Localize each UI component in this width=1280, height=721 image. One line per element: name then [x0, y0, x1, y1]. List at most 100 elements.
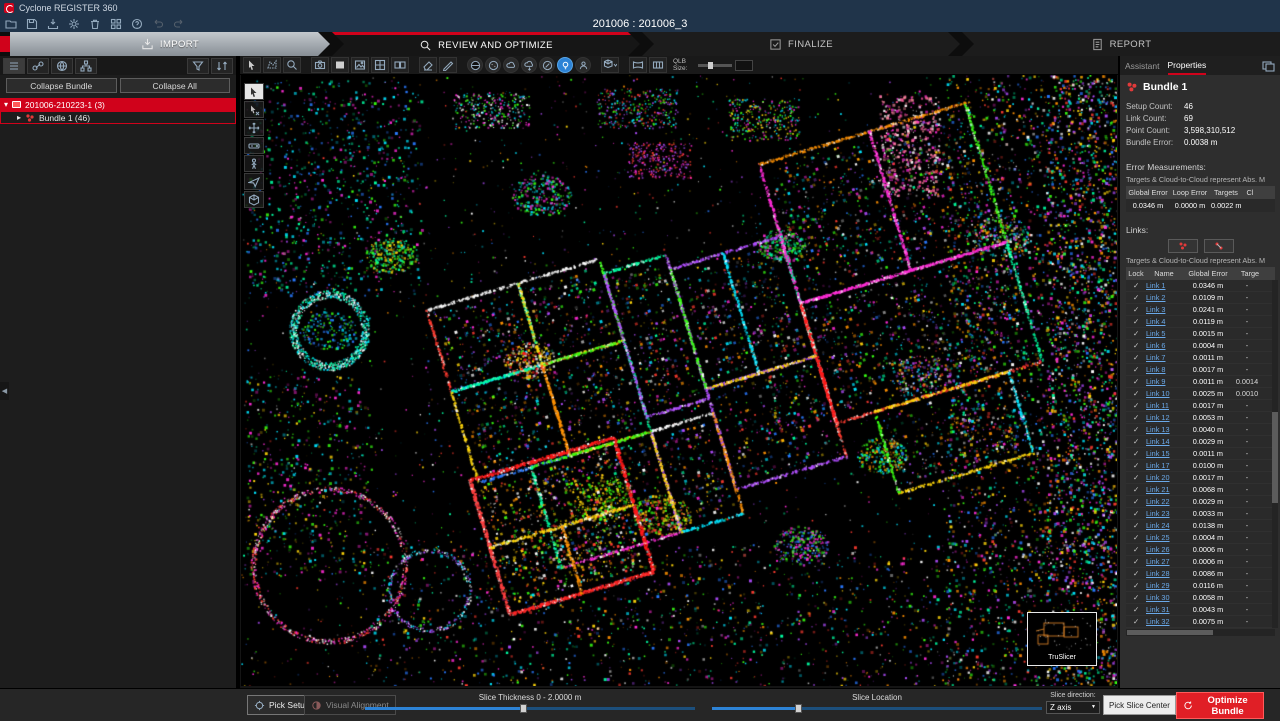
lock-check-icon[interactable] — [1126, 473, 1146, 482]
grid-view-icon[interactable] — [371, 57, 389, 73]
link-row[interactable]: Link 30 0.0058 m - — [1126, 592, 1275, 604]
link-row[interactable]: Link 7 0.0011 m - — [1126, 352, 1275, 364]
qlb-size-slider[interactable] — [698, 64, 732, 67]
collapse-all-button[interactable]: Collapse All — [120, 78, 231, 93]
sphere-view-icon[interactable] — [467, 57, 483, 73]
link-name[interactable]: Link 32 — [1146, 617, 1182, 626]
lock-check-icon[interactable] — [1126, 545, 1146, 554]
lock-check-icon[interactable] — [1126, 365, 1146, 374]
link-row[interactable]: Link 9 0.0011 m 0.0014 — [1126, 376, 1275, 388]
select-cursor-icon[interactable] — [243, 57, 261, 73]
lock-check-icon[interactable] — [1126, 461, 1146, 470]
link-row[interactable]: Link 17 0.0100 m - — [1126, 460, 1275, 472]
filter-icon[interactable] — [187, 58, 209, 74]
link-row[interactable]: Link 31 0.0043 m - — [1126, 604, 1275, 616]
step-import[interactable]: IMPORT — [10, 32, 330, 56]
links-tab-icon[interactable] — [27, 58, 49, 74]
link-row[interactable]: Link 23 0.0033 m - — [1126, 508, 1275, 520]
lock-check-icon[interactable] — [1126, 509, 1146, 518]
link-name[interactable]: Link 13 — [1146, 425, 1182, 434]
link-row[interactable]: Link 6 0.0004 m - — [1126, 340, 1275, 352]
link-row[interactable]: Link 24 0.0138 m - — [1126, 520, 1275, 532]
link-row[interactable]: Link 1 0.0346 m - — [1126, 280, 1275, 292]
slice-direction-select[interactable]: Z axis ▼ — [1046, 701, 1100, 714]
pointer-tool-icon[interactable] — [244, 83, 264, 100]
link-name[interactable]: Link 8 — [1146, 365, 1182, 374]
lock-check-icon[interactable] — [1126, 485, 1146, 494]
link-row[interactable]: Link 13 0.0040 m - — [1126, 424, 1275, 436]
lock-check-icon[interactable] — [1126, 581, 1146, 590]
link-name[interactable]: Link 17 — [1146, 461, 1182, 470]
link-row[interactable]: Link 32 0.0075 m - — [1126, 616, 1275, 628]
camera-icon[interactable] — [311, 57, 329, 73]
link-name[interactable]: Link 14 — [1146, 437, 1182, 446]
link-row[interactable]: Link 5 0.0015 m - — [1126, 328, 1275, 340]
bundle-view-button[interactable] — [1168, 239, 1198, 253]
scans-list-tab-icon[interactable] — [3, 58, 25, 74]
link-row[interactable]: Link 3 0.0241 m - — [1126, 304, 1275, 316]
annotate-icon[interactable] — [439, 57, 457, 73]
step-review-and-optimize[interactable]: REVIEW AND OPTIMIZE — [332, 32, 640, 56]
lock-check-icon[interactable] — [1126, 425, 1146, 434]
slice-thickness-slider[interactable]: Slice Thickness 0 - 2.0000 m — [365, 693, 695, 710]
link-row[interactable]: Link 15 0.0011 m - — [1126, 448, 1275, 460]
link-name[interactable]: Link 29 — [1146, 581, 1182, 590]
link-name[interactable]: Link 21 — [1146, 485, 1182, 494]
link-name[interactable]: Link 15 — [1146, 449, 1182, 458]
link-name[interactable]: Link 9 — [1146, 377, 1182, 386]
link-name[interactable]: Link 6 — [1146, 341, 1182, 350]
lock-check-icon[interactable] — [1126, 557, 1146, 566]
lock-check-icon[interactable] — [1126, 413, 1146, 422]
slice-location-slider[interactable]: Slice Location — [712, 693, 1042, 710]
tree-item-project[interactable]: ▾ 201006-210223-1 (3) — [0, 98, 236, 111]
link-name[interactable]: Link 26 — [1146, 545, 1182, 554]
lock-check-icon[interactable] — [1126, 605, 1146, 614]
chevron-right-icon[interactable]: ▸ — [17, 114, 21, 122]
link-row[interactable]: Link 20 0.0017 m - — [1126, 472, 1275, 484]
lamp-icon[interactable] — [557, 57, 573, 73]
lock-check-icon[interactable] — [1126, 617, 1146, 626]
deselect-tool-icon[interactable] — [244, 101, 264, 118]
link-row[interactable]: Link 22 0.0029 m - — [1126, 496, 1275, 508]
step-report[interactable]: REPORT — [962, 32, 1280, 56]
eraser-icon[interactable] — [419, 57, 437, 73]
link-row[interactable]: Link 11 0.0017 m - — [1126, 400, 1275, 412]
zoom-window-icon[interactable] — [283, 57, 301, 73]
links-vertical-scrollbar[interactable] — [1272, 280, 1278, 628]
viewcube-dropdown-icon[interactable] — [601, 57, 619, 73]
lock-check-icon[interactable] — [1126, 305, 1146, 314]
link-row[interactable]: Link 10 0.0025 m 0.0010 — [1126, 388, 1275, 400]
sort-icon[interactable] — [211, 58, 233, 74]
link-row[interactable]: Link 28 0.0086 m - — [1126, 568, 1275, 580]
orbit-cube-icon[interactable] — [244, 191, 264, 208]
link-row[interactable]: Link 8 0.0017 m - — [1126, 364, 1275, 376]
snapshot-icon[interactable] — [331, 57, 349, 73]
link-name[interactable]: Link 28 — [1146, 569, 1182, 578]
link-name[interactable]: Link 10 — [1146, 389, 1182, 398]
link-name[interactable]: Link 1 — [1146, 281, 1182, 290]
split-view-icon[interactable] — [391, 57, 409, 73]
link-row[interactable]: Link 27 0.0006 m - — [1126, 556, 1275, 568]
link-name[interactable]: Link 5 — [1146, 329, 1182, 338]
cloud-density-icon[interactable] — [521, 57, 537, 73]
fly-tool-icon[interactable] — [244, 173, 264, 190]
pan-tool-icon[interactable] — [244, 119, 264, 136]
tab-assistant[interactable]: Assistant — [1125, 56, 1160, 75]
step-finalize[interactable]: FINALIZE — [642, 32, 960, 56]
link-row[interactable]: Link 29 0.0116 m - — [1126, 580, 1275, 592]
link-name[interactable]: Link 3 — [1146, 305, 1182, 314]
sphere-points-icon[interactable] — [485, 57, 501, 73]
lock-check-icon[interactable] — [1126, 401, 1146, 410]
avatar-icon[interactable] — [575, 57, 591, 73]
hierarchy-tab-icon[interactable] — [75, 58, 97, 74]
link-name[interactable]: Link 4 — [1146, 317, 1182, 326]
pick-slice-center-button[interactable]: Pick Slice Center — [1103, 695, 1176, 715]
pencil-circle-icon[interactable] — [539, 57, 555, 73]
image-icon[interactable] — [351, 57, 369, 73]
lock-check-icon[interactable] — [1126, 389, 1146, 398]
link-name[interactable]: Link 30 — [1146, 593, 1182, 602]
link-name[interactable]: Link 24 — [1146, 521, 1182, 530]
links-horizontal-scrollbar[interactable] — [1126, 629, 1275, 636]
links-view-button[interactable] — [1204, 239, 1234, 253]
lock-check-icon[interactable] — [1126, 377, 1146, 386]
